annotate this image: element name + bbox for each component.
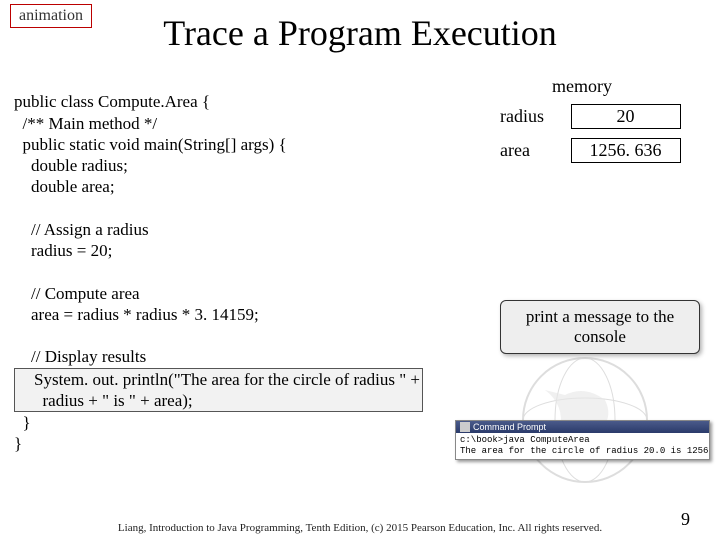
code-line: } (14, 413, 31, 432)
console-body: c:\book>java ComputeArea The area for th… (456, 433, 709, 459)
memory-val: 1256. 636 (571, 138, 681, 163)
console-title: Command Prompt (473, 422, 546, 432)
code-line: // Compute area (14, 284, 140, 303)
console-icon (460, 422, 470, 432)
memory-row: area 1256. 636 (500, 138, 681, 163)
memory-header: memory (552, 76, 612, 97)
page-number: 9 (681, 509, 690, 530)
code-line: double radius; (14, 156, 128, 175)
memory-val: 20 (571, 104, 681, 129)
console-window: Command Prompt c:\book>java ComputeArea … (455, 420, 710, 460)
highlighted-code: System. out. println("The area for the c… (14, 368, 423, 413)
code-line: public class Compute.Area { (14, 92, 210, 111)
code-line: } (14, 434, 22, 453)
console-titlebar: Command Prompt (456, 421, 709, 433)
memory-var: area (500, 140, 564, 161)
callout-box: print a message to the console (500, 300, 700, 354)
code-line: public static void main(String[] args) { (14, 135, 287, 154)
code-line: area = radius * radius * 3. 14159; (14, 305, 259, 324)
memory-row: radius 20 (500, 104, 681, 129)
slide-title: Trace a Program Execution (0, 12, 720, 54)
code-line: // Assign a radius (14, 220, 149, 239)
code-block: public class Compute.Area { /** Main met… (14, 70, 423, 455)
code-line: // Display results (14, 347, 146, 366)
code-line: /** Main method */ (14, 114, 157, 133)
code-line: radius = 20; (14, 241, 112, 260)
memory-var: radius (500, 106, 564, 127)
code-line: double area; (14, 177, 115, 196)
footer-citation: Liang, Introduction to Java Programming,… (0, 522, 720, 534)
